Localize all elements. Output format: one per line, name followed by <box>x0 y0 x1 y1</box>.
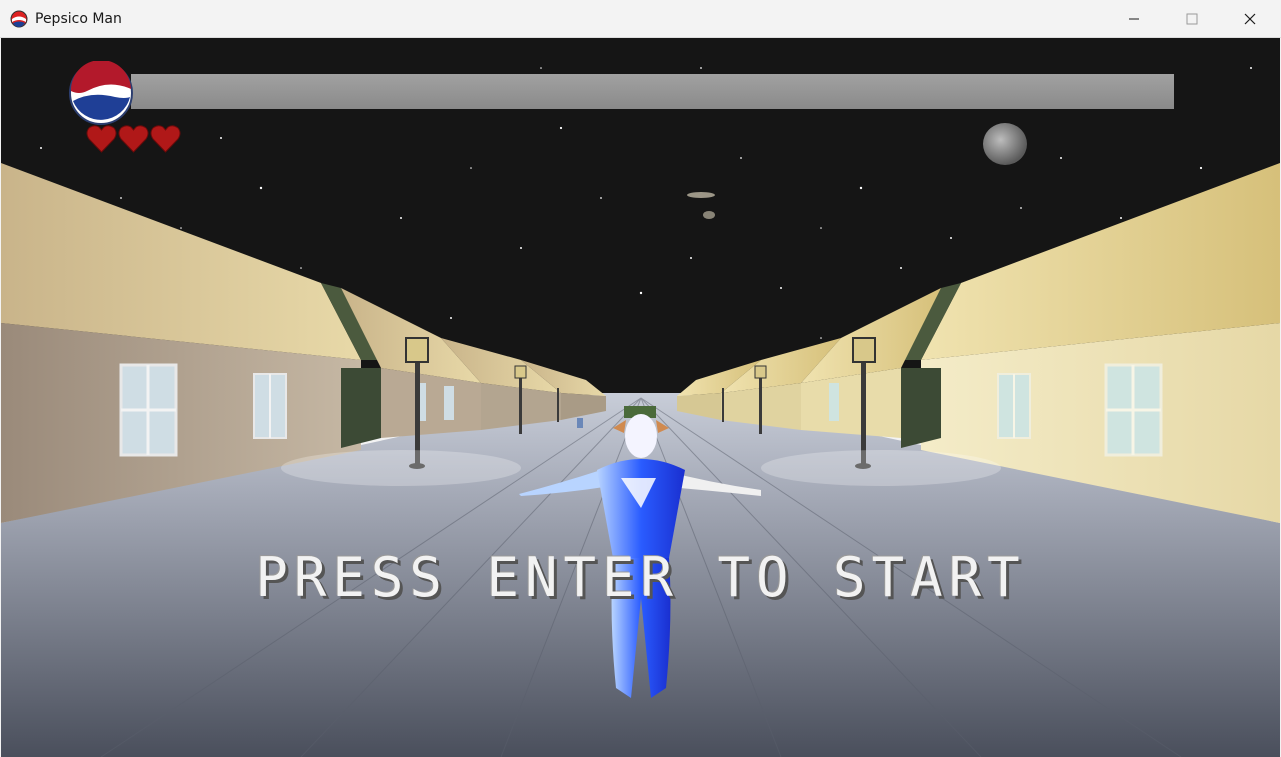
close-icon <box>1244 13 1256 25</box>
heart-icon <box>150 125 181 153</box>
lamp-light-right <box>761 450 1001 486</box>
moon <box>983 123 1027 165</box>
game-window: Pepsico Man PRESS ENTER TO START <box>0 0 1281 757</box>
minimize-button[interactable] <box>1105 0 1163 38</box>
pepsi-logo-icon <box>69 61 133 125</box>
app-icon <box>10 10 28 28</box>
progress-bar <box>131 74 1174 109</box>
game-scene <box>1 38 1280 757</box>
game-viewport[interactable]: PRESS ENTER TO START <box>1 38 1280 757</box>
maximize-button[interactable] <box>1163 0 1221 38</box>
heart-icon <box>118 125 149 153</box>
title-bar[interactable]: Pepsico Man <box>0 0 1281 38</box>
press-enter-prompt: PRESS ENTER TO START <box>255 546 1026 609</box>
maximize-icon <box>1186 13 1198 25</box>
window-title: Pepsico Man <box>35 11 122 27</box>
minimize-icon <box>1129 18 1139 20</box>
lamp-light-left <box>281 450 521 486</box>
lives-hearts <box>86 124 181 154</box>
heart-icon <box>86 125 117 153</box>
close-button[interactable] <box>1221 0 1279 38</box>
